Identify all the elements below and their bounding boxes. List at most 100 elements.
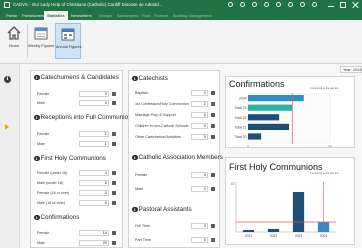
edit-icon[interactable] [112, 142, 116, 146]
home-button[interactable]: Home [2, 23, 26, 59]
refresh-icon[interactable] [252, 2, 257, 7]
tick-label: 50 [328, 145, 332, 147]
row-label: Female (under 16) [37, 170, 68, 175]
receptions-male-input[interactable]: 1 [79, 141, 109, 147]
user-icon[interactable] [312, 2, 317, 7]
weekly-figures-button[interactable]: Weekly Figures [28, 23, 54, 59]
mail-icon[interactable] [288, 2, 293, 7]
edit-icon[interactable] [211, 173, 215, 177]
fhc-female-under16-input[interactable]: 4 [79, 170, 109, 176]
tab-parishioners[interactable]: Parishioners [19, 11, 47, 20]
row-label: Male [37, 240, 45, 245]
edit-icon[interactable] [112, 92, 116, 96]
association-female-input[interactable]: 0 [191, 172, 208, 178]
row-catechists-non-catholic-schools: Children in non-Catholic Schools 0 [135, 123, 219, 129]
close-button[interactable] [352, 2, 358, 8]
tab-groups[interactable]: Groups [96, 11, 115, 20]
association-male-input[interactable]: 0 [191, 186, 208, 192]
category-label: 2021 [245, 234, 253, 238]
section-title-confirmations: i Confirmations [34, 214, 79, 221]
annual-figures-button[interactable]: Annual Figures [55, 23, 82, 59]
category-label: 2024 [320, 234, 328, 238]
maximize-button[interactable] [340, 1, 346, 8]
catechists-first-confession-input[interactable]: 2 [191, 101, 208, 107]
row-label: Female [37, 131, 50, 136]
info-icon[interactable]: i [34, 114, 40, 121]
edit-icon[interactable] [211, 135, 215, 139]
catechumens-male-input[interactable]: 0 [79, 100, 109, 106]
settings-icon[interactable] [240, 2, 245, 7]
search-icon[interactable] [300, 2, 305, 7]
title-bar: CADVS - Our Lady Help of Christians (Cat… [0, 0, 362, 10]
tab-sacraments[interactable]: Sacraments [114, 11, 141, 20]
home-button-label: Home [8, 44, 20, 48]
edit-icon[interactable] [211, 113, 215, 117]
help-icon[interactable] [228, 2, 233, 7]
row-receptions-male: Male 1 [37, 141, 121, 147]
year-selector[interactable]: Year: 2024 [340, 66, 362, 73]
expand-arrow-icon[interactable] [5, 124, 9, 130]
edit-icon[interactable] [112, 201, 116, 205]
edit-icon[interactable] [211, 224, 215, 228]
bar-2024 [248, 95, 304, 102]
info-icon[interactable]: i [132, 154, 138, 161]
row-confirmations-male: Male 20 [37, 240, 121, 246]
section-title-first-communions: i First Holy Communions [34, 155, 106, 162]
receptions-female-input[interactable]: 1 [79, 131, 109, 137]
edit-icon[interactable] [112, 101, 116, 105]
edit-icon[interactable] [211, 124, 215, 128]
edit-icon[interactable] [112, 171, 116, 175]
row-label: Marriage Prep & Support [135, 112, 176, 117]
edit-icon[interactable] [112, 231, 116, 235]
edit-icon[interactable] [112, 191, 116, 195]
minimize-button[interactable] [328, 2, 334, 8]
info-icon[interactable]: i [132, 75, 138, 82]
section-title-text: Pastoral Assistants [138, 206, 192, 213]
fhc-male-under16-input[interactable]: 6 [79, 180, 109, 186]
catechists-baptism-input[interactable]: 0 [191, 90, 208, 96]
edit-icon[interactable] [112, 241, 116, 245]
info-icon[interactable]: i [34, 155, 40, 162]
tab-statistics[interactable]: Statistics [44, 11, 68, 20]
edit-icon[interactable] [112, 132, 116, 136]
info-icon[interactable]: i [34, 214, 40, 221]
edit-icon[interactable] [211, 187, 215, 191]
section-title-text: Catholic Association Members [138, 154, 223, 161]
confirmations-female-input[interactable]: 14 [79, 230, 109, 236]
row-pastoral-full-time: Full Time 0 [135, 223, 219, 229]
catechumens-female-input[interactable]: 0 [79, 91, 109, 97]
fhc-male-16-over-input[interactable]: 0 [79, 200, 109, 206]
catechists-marriage-prep-input[interactable]: 0 [191, 112, 208, 118]
annual-figures-label: Annual Figures [56, 45, 82, 49]
edit-icon[interactable] [211, 102, 215, 106]
tab-newsletters[interactable]: Newsletters [68, 11, 95, 20]
catechists-other-input[interactable]: 5 [191, 134, 208, 140]
sacraments-panel: i Catechumens & Candidates Female 0 Male … [30, 70, 132, 248]
confirmations-male-input[interactable]: 20 [79, 240, 109, 246]
pastoral-part-time-input[interactable]: 0 [191, 237, 208, 243]
edit-icon[interactable] [112, 181, 116, 185]
first-communions-chart: 47 2021 2022 2023 2024 [231, 182, 336, 238]
row-catechumens-male: Male 0 [37, 100, 121, 106]
category-label: 2024 [239, 97, 247, 101]
tab-finance[interactable]: Finance [151, 11, 171, 20]
weekly-figures-icon [34, 27, 48, 40]
section-title-catechists: i Catechists [132, 75, 168, 82]
info-icon[interactable]: i [132, 206, 138, 213]
tab-building-management[interactable]: Building Management [170, 11, 215, 20]
row-label: 1st Confession/Holy Communion [135, 101, 189, 106]
tab-parish[interactable]: Parish [3, 11, 20, 20]
pastoral-full-time-input[interactable]: 0 [191, 223, 208, 229]
info-icon[interactable]: i [34, 74, 40, 81]
info-icon[interactable]: i [4, 76, 11, 83]
edit-icon[interactable] [211, 91, 215, 95]
weekly-figures-label: Weekly Figures [28, 44, 55, 48]
print-icon[interactable] [276, 2, 281, 7]
section-title-text: Catechumens & Candidates [40, 74, 119, 81]
catechists-non-catholic-schools-input[interactable]: 0 [191, 123, 208, 129]
undo-icon[interactable] [264, 2, 269, 7]
section-title-receptions: i Receptions into Full Communion [34, 114, 132, 121]
bar-2021 [242, 230, 255, 232]
fhc-female-16-over-input[interactable]: 0 [79, 190, 109, 196]
edit-icon[interactable] [211, 238, 215, 242]
